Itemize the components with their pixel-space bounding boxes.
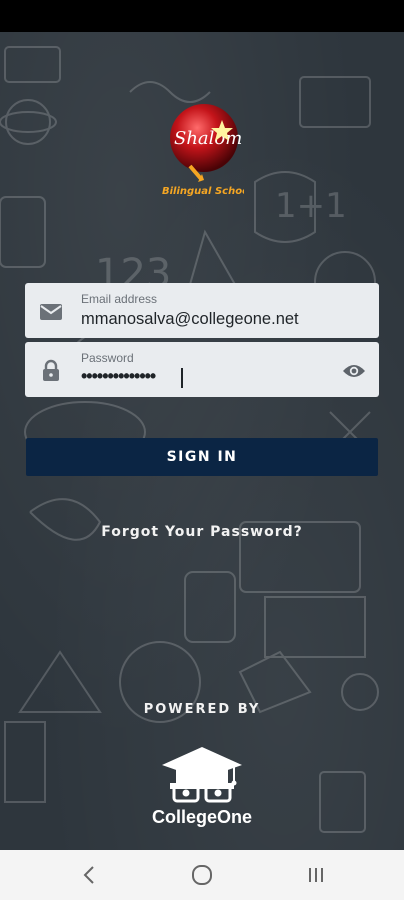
collegeone-name: CollegeOne — [151, 807, 253, 827]
email-label: Email address — [81, 292, 158, 306]
mail-icon — [40, 304, 62, 320]
collegeone-logo — [162, 747, 242, 803]
sign-in-button[interactable]: SIGN IN — [26, 438, 378, 476]
status-bar — [0, 0, 404, 32]
home-circle-icon[interactable] — [190, 864, 214, 886]
navigation-bar — [0, 850, 404, 900]
school-logo-text: Shalom — [174, 128, 242, 149]
forgot-password-link[interactable]: Forgot Your Password? — [0, 524, 404, 540]
lock-icon — [43, 359, 59, 381]
eye-icon[interactable] — [342, 359, 366, 383]
svg-text:1+1: 1+1 — [275, 186, 347, 226]
powered-by-label: POWERED BY — [143, 702, 261, 717]
chevron-left-icon[interactable] — [78, 864, 102, 886]
recent-apps-icon[interactable] — [304, 864, 328, 886]
password-field[interactable]: Password •••••••••••••• — [25, 342, 379, 397]
email-value[interactable]: mmanosalva@collegeone.net — [81, 310, 299, 329]
password-label: Password — [81, 351, 134, 365]
school-logo: Shalom Bilingual School — [162, 104, 244, 197]
email-field[interactable]: Email address mmanosalva@collegeone.net — [25, 283, 379, 338]
school-logo-subtext: Bilingual School — [162, 186, 244, 197]
text-caret — [181, 368, 183, 388]
password-value[interactable]: •••••••••••••• — [81, 366, 156, 387]
